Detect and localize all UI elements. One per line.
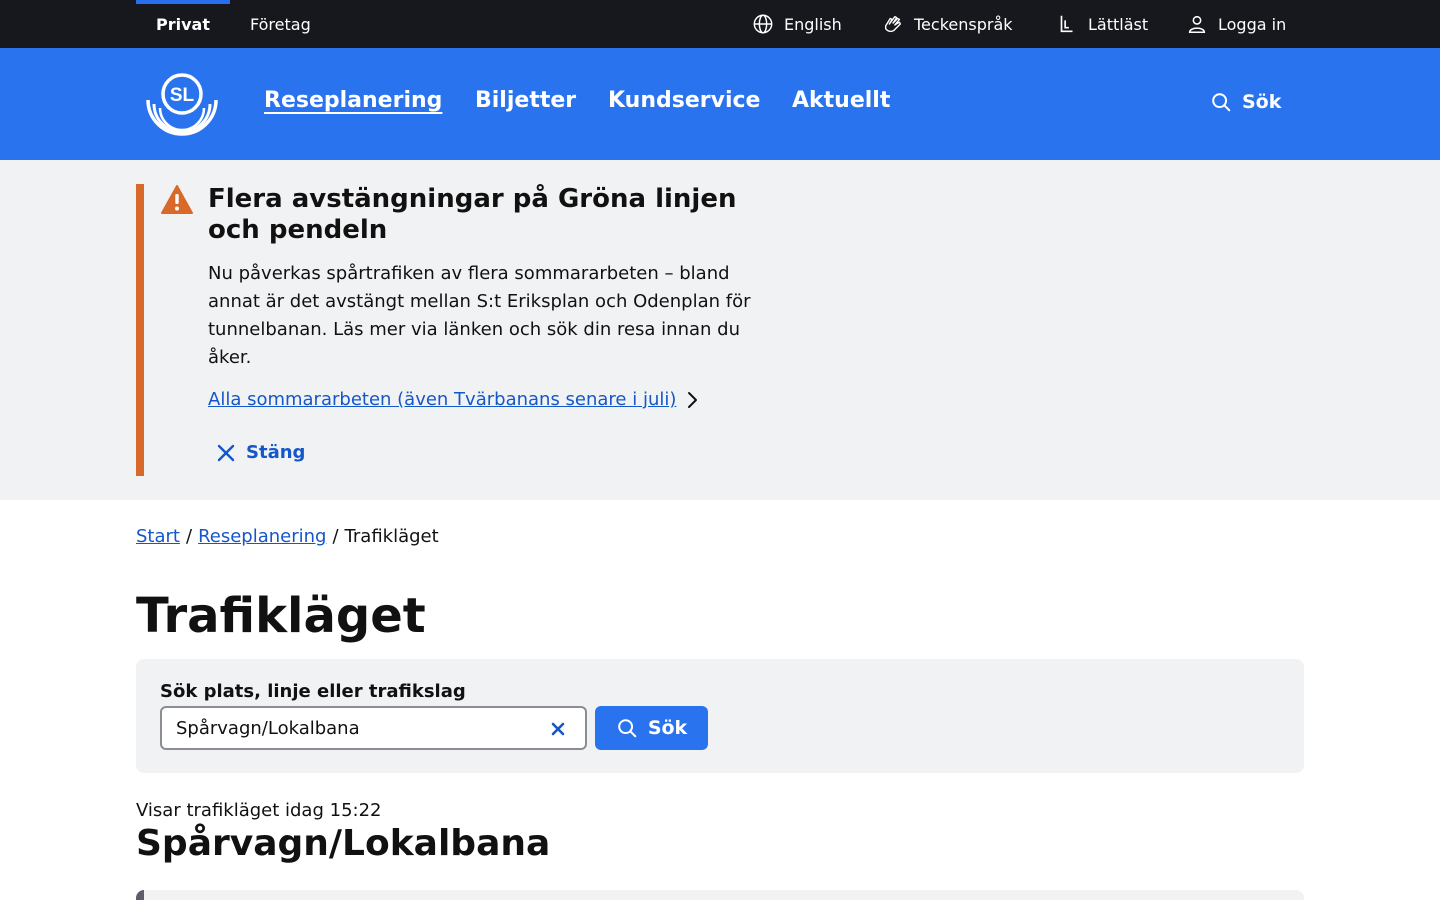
logo-text: SL (170, 85, 195, 106)
breadcrumb-start[interactable]: Start (136, 526, 180, 547)
header-search-button[interactable]: Sök (1210, 91, 1281, 113)
alert-title: Flera avstängningar på Gröna linjen och … (208, 184, 737, 245)
nav-biljetter[interactable]: Biljetter (475, 88, 576, 113)
sl-logo[interactable]: SL (144, 70, 224, 136)
breadcrumb-separator: / (332, 526, 339, 547)
sign-language-label: Teckenspråk (914, 14, 1013, 34)
page-title: Trafikläget (136, 588, 426, 644)
search-field-label: Sök plats, linje eller trafikslag (160, 681, 466, 702)
close-icon (217, 444, 235, 461)
alert-close-button[interactable]: Stäng (216, 442, 305, 463)
login-label: Logga in (1218, 14, 1287, 34)
main-navigation: SL Reseplanering Biljetter Kundservice A… (0, 48, 1440, 160)
alert-close-label: Stäng (246, 442, 306, 463)
sign-language-link[interactable]: Teckenspråk (882, 0, 1013, 48)
chevron-right-icon (688, 391, 698, 408)
alert-body: Nu påverkas spårtrafiken av flera sommar… (208, 263, 751, 368)
english-label: English (784, 14, 842, 34)
breadcrumb-reseplanering[interactable]: Reseplanering (198, 526, 326, 547)
sign-language-icon (884, 15, 902, 33)
nav-reseplanering[interactable]: Reseplanering (264, 88, 442, 113)
nav-aktuellt[interactable]: Aktuellt (792, 88, 890, 113)
globe-icon (753, 14, 773, 34)
warning-icon (161, 185, 193, 214)
search-submit-button[interactable]: Sök (595, 706, 708, 750)
breadcrumb-current: Trafikläget (344, 526, 439, 547)
top-utility-bar: Privat Företag English Teckenspråk Lättl… (0, 0, 1440, 48)
easy-read-label: Lättläst (1088, 14, 1149, 34)
result-title: Spårvagn/Lokalbana (136, 823, 551, 864)
segment-foretag[interactable]: Företag (250, 0, 311, 48)
disruption-alert: Flera avstängningar på Gröna linjen och … (136, 184, 786, 476)
search-icon (618, 719, 637, 738)
traffic-search-panel: Sök plats, linje eller trafikslag Sök (136, 659, 1304, 773)
easy-read-icon (1060, 15, 1073, 33)
status-timestamp: Visar trafikläget idag 15:22 (136, 800, 382, 821)
segment-privat[interactable]: Privat (136, 0, 230, 48)
search-icon (1212, 93, 1231, 112)
search-field (160, 706, 587, 750)
traffic-result-card[interactable] (136, 890, 1304, 900)
language-english-link[interactable]: English (752, 0, 842, 48)
header-search-label: Sök (1242, 91, 1282, 113)
alert-banner-area: Flera avstängningar på Gröna linjen och … (0, 160, 1440, 500)
search-submit-label: Sök (647, 717, 688, 739)
breadcrumb: Start / Reseplanering / Trafikläget (136, 526, 439, 547)
login-link[interactable]: Logga in (1186, 0, 1286, 48)
alert-link-label: Alla sommararbeten (även Tvärbanans sena… (208, 389, 677, 410)
user-icon (1188, 15, 1206, 34)
nav-kundservice[interactable]: Kundservice (608, 88, 760, 113)
easy-read-link[interactable]: Lättläst (1056, 0, 1148, 48)
search-input[interactable] (176, 708, 536, 748)
alert-summer-works-link[interactable]: Alla sommararbeten (även Tvärbanans sena… (208, 389, 700, 410)
breadcrumb-separator: / (185, 526, 193, 547)
clear-icon[interactable] (548, 719, 568, 739)
